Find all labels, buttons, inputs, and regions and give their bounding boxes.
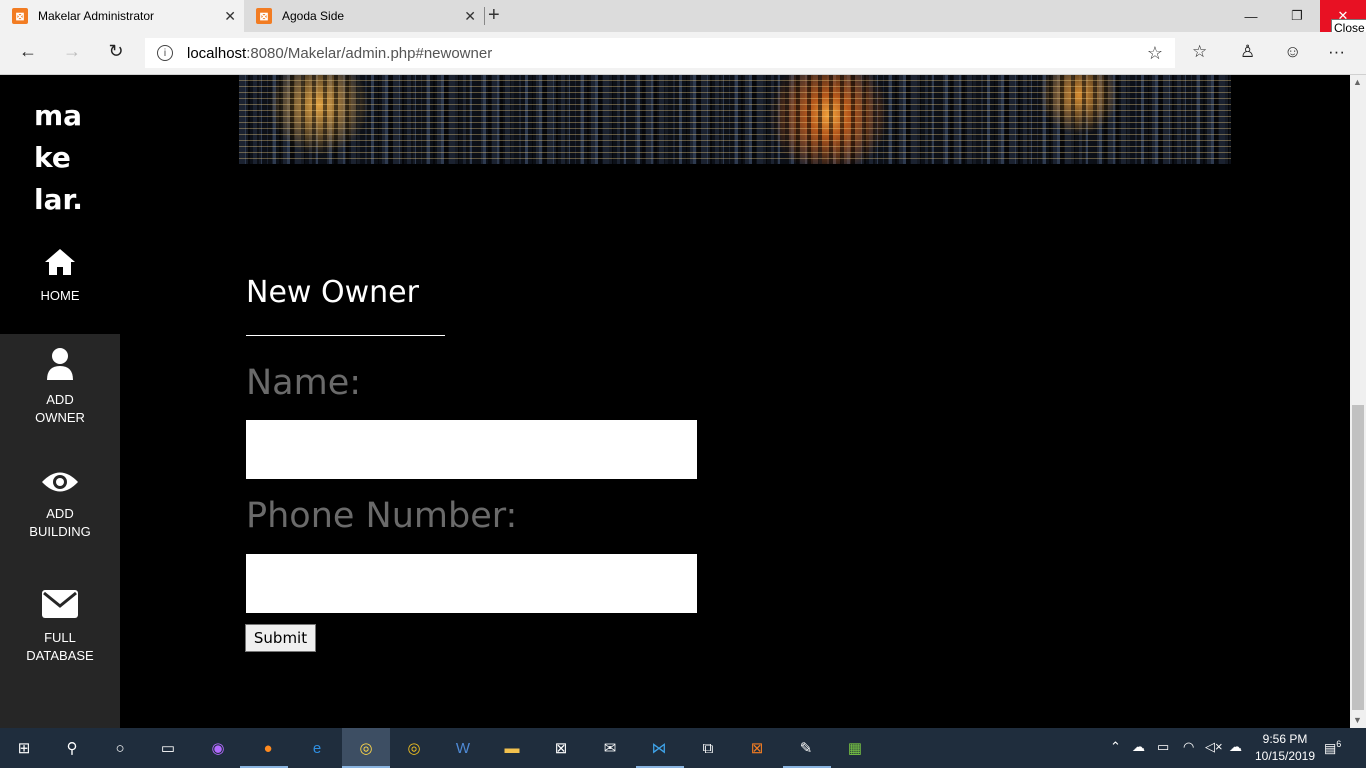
edge-icon[interactable]: e: [305, 736, 329, 760]
browser-tab-bar: ⊠ Makelar Administrator ✕ ⊠ Agoda Side ✕…: [0, 0, 1366, 37]
page-content: ma ke lar. HOME ADD OWNER ADD BUILDING F…: [0, 75, 1366, 728]
store-icon[interactable]: ⊠: [549, 736, 573, 760]
clock-date: 10/15/2019: [1254, 749, 1316, 763]
eye-icon: [42, 472, 78, 492]
logo-line: ma: [34, 99, 83, 132]
chart-app-icon[interactable]: ▦: [843, 736, 867, 760]
submit-button[interactable]: Submit: [245, 624, 316, 652]
scroll-up-arrow-icon[interactable]: ▲: [1353, 77, 1362, 87]
chrome-canary-icon[interactable]: ◎: [402, 736, 426, 760]
word-icon[interactable]: W: [451, 736, 475, 760]
search-icon[interactable]: ⚲: [60, 736, 84, 760]
paint-icon[interactable]: ✎: [794, 736, 818, 760]
sidebar-item-home[interactable]: HOME: [0, 247, 120, 305]
clock-time: 9:56 PM: [1262, 732, 1308, 746]
show-hidden-icons-chevron-icon[interactable]: ⌃: [1110, 739, 1121, 755]
cortana-icon[interactable]: ○: [108, 736, 132, 760]
scrollbar-thumb[interactable]: [1352, 405, 1364, 710]
refresh-icon[interactable]: ↻: [104, 41, 128, 62]
action-center-icon[interactable]: ▤6: [1324, 739, 1341, 756]
url-path: :8080/Makelar/admin.php#newowner: [246, 44, 493, 62]
task-view-icon[interactable]: ▭: [156, 736, 180, 760]
tab-close-icon[interactable]: ✕: [464, 8, 476, 25]
dev-app-icon[interactable]: ◎: [354, 736, 378, 760]
xampp-favicon-icon: ⊠: [12, 8, 28, 24]
name-input[interactable]: [246, 420, 697, 479]
xampp-icon[interactable]: ⊠: [745, 736, 769, 760]
xampp-favicon-icon: ⊠: [256, 8, 272, 24]
url-host: localhost: [187, 44, 247, 62]
favorite-star-icon[interactable]: ☆: [1147, 43, 1163, 64]
wifi-icon[interactable]: ◠: [1183, 739, 1194, 755]
minimize-icon[interactable]: —: [1228, 0, 1274, 32]
url-field[interactable]: i localhost:8080/Makelar/admin.php#newow…: [145, 38, 1175, 68]
windows-start-icon[interactable]: ⊞: [12, 736, 36, 760]
address-bar: ← → ↻ i localhost:8080/Makelar/admin.php…: [0, 32, 1366, 75]
tab-title: Makelar Administrator: [38, 9, 155, 23]
phone-number-label: Phone Number:: [246, 496, 518, 536]
windows-taskbar: ⊞ ⚲ ○ ▭ ◉ ● e ◎ ◎ W ▬ ⊠ ✉ ⋈ ⧉ ⊠ ✎ ▦ ⌃ ☁ …: [0, 728, 1366, 768]
onedrive-cloud-icon[interactable]: ☁: [1132, 739, 1145, 755]
user-icon: [47, 348, 73, 380]
vscode-icon[interactable]: ⋈: [647, 736, 671, 760]
feedback-smiley-icon[interactable]: ☺: [1284, 42, 1301, 62]
tab-separator: [484, 7, 485, 25]
more-menu-icon[interactable]: ···: [1328, 42, 1345, 62]
name-label: Name:: [246, 363, 362, 403]
tab-agoda-side[interactable]: ⊠ Agoda Side ✕: [244, 0, 484, 32]
sidebar-item-label: FULL: [44, 630, 76, 645]
site-info-icon[interactable]: i: [157, 45, 173, 61]
file-explorer-icon[interactable]: ▬: [500, 736, 524, 760]
sidebar: ma ke lar. HOME ADD OWNER ADD BUILDING F…: [0, 75, 120, 728]
tab-makelar-administrator[interactable]: ⊠ Makelar Administrator ✕: [0, 0, 244, 32]
sidebar-item-label: HOME: [40, 288, 80, 303]
media-app-icon[interactable]: ◉: [206, 736, 230, 760]
favorites-list-icon[interactable]: ☆: [1192, 42, 1207, 62]
page-title: New Owner: [246, 275, 419, 310]
profile-icon[interactable]: ♙: [1240, 42, 1255, 62]
home-icon: [45, 249, 75, 275]
battery-icon[interactable]: ▭: [1157, 739, 1169, 755]
mail-icon[interactable]: ✉: [598, 736, 622, 760]
scroll-down-arrow-icon[interactable]: ▼: [1353, 715, 1362, 725]
vertical-scrollbar[interactable]: ▲ ▼: [1350, 75, 1366, 728]
new-tab-plus-icon[interactable]: +: [488, 4, 500, 27]
sidebar-item-label: ADD: [46, 392, 74, 407]
notification-count: 6: [1336, 739, 1342, 749]
volume-muted-icon[interactable]: ◁×: [1205, 739, 1223, 755]
sidebar-item-add-building[interactable]: ADD BUILDING: [0, 469, 120, 541]
tab-title: Agoda Side: [282, 9, 345, 23]
tab-close-icon[interactable]: ✕: [224, 8, 236, 25]
system-clock[interactable]: 9:56 PM 10/15/2019: [1250, 731, 1320, 765]
sidebar-item-label: DATABASE: [26, 648, 94, 663]
logo-line: lar.: [34, 183, 83, 216]
sidebar-item-label: OWNER: [35, 410, 85, 425]
envelope-icon: [42, 590, 78, 618]
backup-cloud-icon[interactable]: ☁: [1229, 739, 1242, 755]
firefox-icon[interactable]: ●: [256, 736, 280, 760]
city-night-hero-image: [239, 75, 1231, 164]
title-underline: [246, 335, 445, 336]
forward-arrow-icon[interactable]: →: [60, 41, 84, 62]
sidebar-item-label: BUILDING: [29, 524, 91, 539]
network-app-icon[interactable]: ⧉: [696, 736, 720, 760]
phone-number-input[interactable]: [246, 554, 697, 613]
sidebar-item-label: ADD: [46, 506, 74, 521]
makelar-logo[interactable]: ma ke lar.: [34, 95, 83, 221]
back-arrow-icon[interactable]: ←: [16, 41, 40, 62]
restore-icon[interactable]: ❐: [1274, 0, 1320, 32]
sidebar-item-full-database[interactable]: FULL DATABASE: [0, 589, 120, 665]
logo-line: ke: [34, 141, 71, 174]
sidebar-item-add-owner[interactable]: ADD OWNER: [0, 347, 120, 427]
